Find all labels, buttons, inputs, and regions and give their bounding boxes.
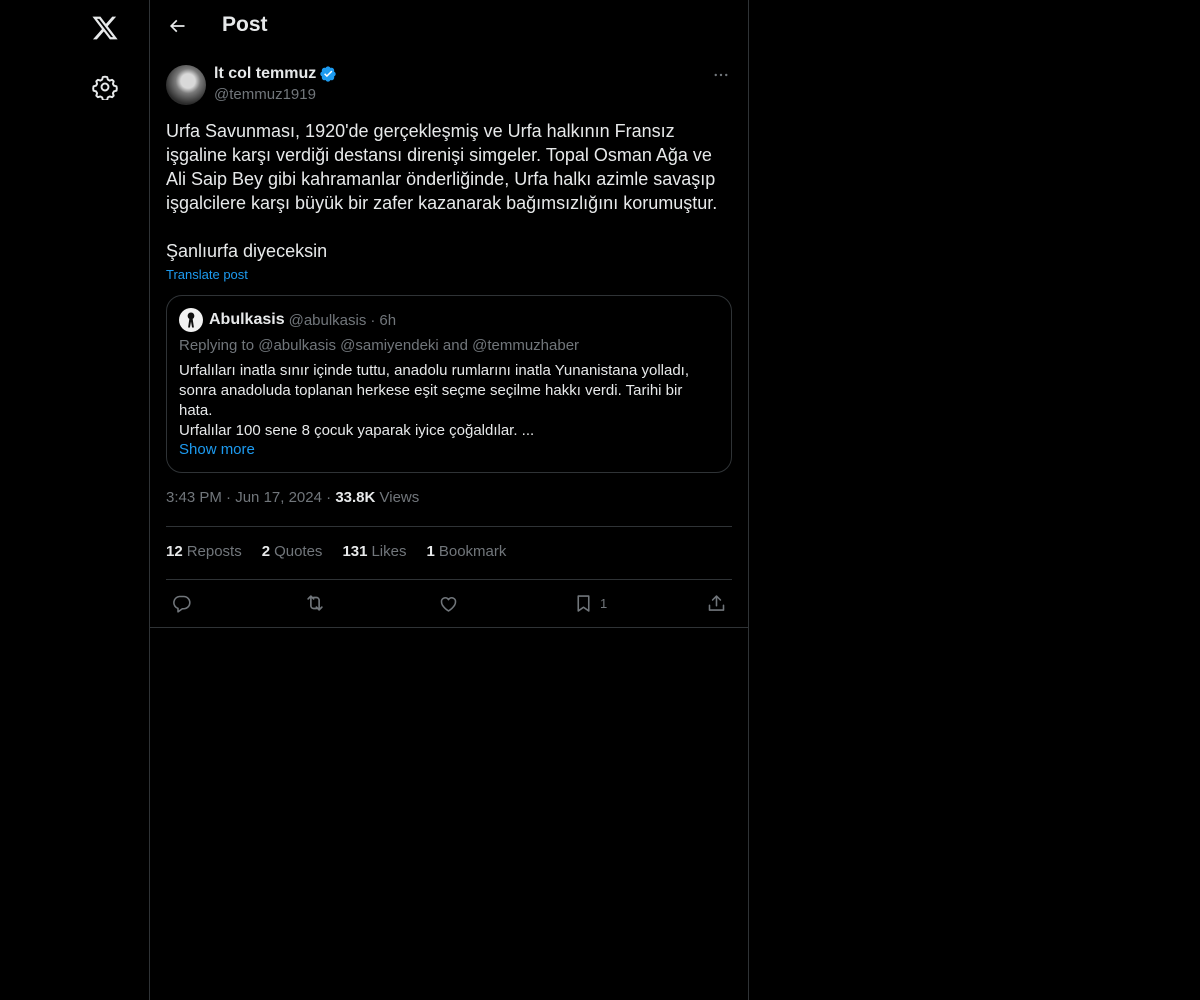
repost-icon	[304, 592, 326, 614]
stat-label: Likes	[371, 543, 407, 560]
reposts-stat[interactable]: 12 Reposts	[166, 543, 242, 560]
stat-count: 1	[426, 543, 435, 560]
translate-post-link[interactable]: Translate post	[166, 267, 248, 282]
share-button[interactable]	[706, 591, 727, 615]
stat-count: 12	[166, 543, 183, 560]
quoted-time: 6h	[379, 311, 397, 329]
stat-label: Reposts	[186, 543, 242, 560]
gear-icon	[92, 74, 118, 100]
quoted-text: Urfalıları inatla sınır içinde tuttu, an…	[179, 362, 690, 439]
meta-separator: ·	[226, 489, 236, 506]
bookmark-icon	[573, 593, 594, 614]
page-title: Post	[222, 13, 268, 36]
bookmark-button[interactable]: 1	[573, 591, 607, 615]
quoted-separator: ·	[370, 311, 376, 329]
back-button[interactable]	[160, 9, 194, 43]
main-column: Post lt col temmuz @temmuz1919 Urfa Savu…	[150, 0, 749, 1000]
stat-count: 131	[342, 543, 368, 560]
post-text: Urfa Savunması, 1920'de gerçekleşmiş ve …	[166, 121, 718, 261]
author-name: lt col temmuz	[214, 65, 317, 82]
author-row: lt col temmuz @temmuz1919	[166, 64, 732, 108]
reply-icon	[171, 593, 192, 614]
stat-count: 2	[261, 543, 271, 560]
show-more-link[interactable]: Show more	[179, 441, 255, 458]
like-button[interactable]	[438, 591, 459, 615]
author-name-link[interactable]: lt col temmuz	[214, 65, 337, 83]
quoted-post-header: Abulkasis @abulkasis · 6h	[179, 308, 396, 332]
bookmark-count: 1	[600, 595, 608, 611]
divider	[166, 579, 732, 580]
quoted-author-handle: @abulkasis	[288, 311, 367, 329]
author-handle[interactable]: @temmuz1919	[214, 86, 316, 103]
post-date[interactable]: Jun 17, 2024	[235, 489, 322, 506]
quoted-author-name: Abulkasis	[209, 311, 285, 328]
meta-separator: ·	[326, 489, 336, 506]
more-horizontal-icon	[712, 66, 730, 84]
stat-label: Bookmark	[438, 543, 507, 560]
x-logo-button[interactable]	[80, 3, 130, 53]
post-time[interactable]: 3:43 PM	[166, 489, 222, 506]
post-meta: 3:43 PM · Jun 17, 2024 · 33.8K Views	[166, 489, 419, 506]
views-label: Views	[379, 489, 420, 506]
quotes-stat[interactable]: 2 Quotes	[262, 543, 323, 560]
divider	[166, 526, 732, 527]
stat-label: Quotes	[274, 543, 323, 560]
quoted-post[interactable]: Abulkasis @abulkasis · 6h Replying to @a…	[166, 295, 732, 473]
likes-stat[interactable]: 131 Likes	[342, 543, 406, 560]
quoted-avatar	[179, 308, 203, 332]
action-bar: 1	[166, 591, 732, 615]
settings-button[interactable]	[80, 62, 130, 112]
reply-button[interactable]	[171, 591, 192, 615]
bookmarks-stat[interactable]: 1 Bookmark	[427, 543, 507, 560]
post: lt col temmuz @temmuz1919 Urfa Savunması…	[166, 64, 732, 613]
engagement-stats: 12 Reposts 2 Quotes 131 Likes 1 Bookmark	[166, 543, 506, 560]
verified-badge-icon	[319, 65, 337, 83]
share-icon	[706, 593, 727, 614]
left-rail	[0, 0, 150, 1000]
more-options-button[interactable]	[710, 64, 732, 86]
views-count: 33.8K	[335, 489, 376, 506]
avatar[interactable]	[166, 65, 206, 105]
quoted-replying-to: Replying to @abulkasis @samiyendeki and …	[179, 337, 580, 354]
arrow-left-icon	[167, 16, 187, 36]
repost-button[interactable]	[304, 591, 326, 615]
divider	[150, 627, 748, 628]
x-logo-icon	[91, 14, 119, 42]
heart-icon	[438, 593, 459, 614]
page-header: Post	[150, 0, 748, 53]
